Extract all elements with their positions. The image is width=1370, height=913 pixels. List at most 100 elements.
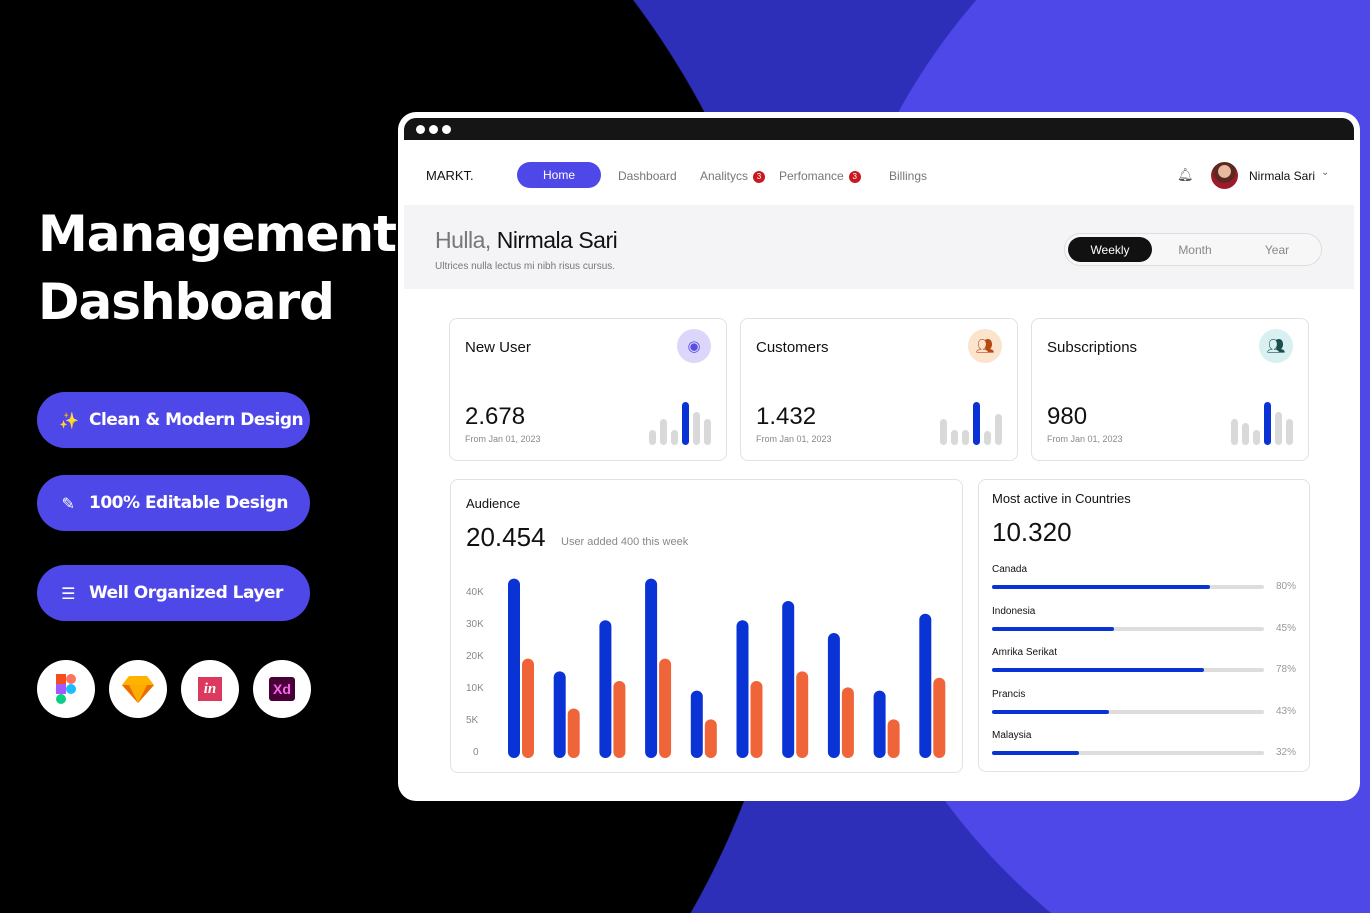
- mini-bar: [671, 430, 678, 445]
- country-progress-track: [992, 585, 1264, 589]
- mini-bar: [973, 402, 980, 445]
- stat-title: New User: [465, 339, 531, 356]
- user-name[interactable]: Nirmala Sari: [1249, 169, 1315, 183]
- y-tick-label: 40K: [466, 587, 484, 598]
- nav-label: Analitycs: [700, 169, 749, 183]
- hero-line: Management: [38, 205, 397, 263]
- bar-blue: [782, 601, 795, 758]
- mini-bar: [649, 429, 656, 445]
- country-progress-track: [992, 626, 1264, 631]
- notification-badge: 3: [753, 170, 766, 183]
- countries-title: Most active in Countries: [992, 491, 1131, 506]
- stat-since: From Jan 01, 2023: [465, 434, 541, 444]
- mini-bar: [704, 419, 711, 445]
- stat-title: Subscriptions: [1047, 339, 1138, 356]
- mini-bar: [682, 402, 689, 445]
- nav-home[interactable]: Home: [517, 162, 601, 188]
- window-dot: [416, 125, 425, 134]
- team-icon: 👥︎: [1259, 329, 1293, 363]
- country-progress-track: [992, 709, 1264, 714]
- audience-bar-chart: 0 5K 10K 20K 30K 40K: [466, 578, 946, 758]
- bar-blue: [873, 690, 886, 758]
- nav-performance[interactable]: Perfomance 3: [779, 169, 861, 183]
- greeting-prefix: Hulla,: [435, 227, 491, 253]
- country-progress-fill: [992, 626, 1115, 631]
- mini-bar: [940, 419, 947, 445]
- mini-bar: [693, 412, 700, 445]
- mini-bar: [660, 419, 667, 445]
- feature-pill: ✎ 100% Editable Design: [37, 475, 310, 531]
- sketch-icon: [109, 660, 167, 718]
- bar-blue: [645, 578, 658, 758]
- greeting-subtitle: Ultrices nulla lectus mi nibh risus curs…: [435, 261, 616, 272]
- mini-bar: [1231, 419, 1238, 445]
- stat-since: From Jan 01, 2023: [1047, 434, 1123, 444]
- bar-orange: [659, 658, 672, 758]
- layers-icon: ☰: [61, 583, 75, 603]
- country-progress-fill: [992, 585, 1210, 589]
- period-year[interactable]: Year: [1235, 237, 1319, 262]
- stat-value: 2.678: [465, 403, 526, 430]
- country-progress-fill: [992, 668, 1205, 672]
- bar-orange: [796, 671, 809, 758]
- y-tick-label: 0: [473, 747, 479, 758]
- feature-pill: ✨ Clean & Modern Design: [37, 392, 310, 448]
- country-name: Prancis: [992, 688, 1026, 700]
- notification-badge: 3: [848, 170, 861, 183]
- period-weekly[interactable]: Weekly: [1068, 237, 1152, 262]
- country-name: Canada: [992, 564, 1028, 575]
- bar-orange: [704, 719, 717, 758]
- country-name: Indonesia: [992, 605, 1036, 617]
- bar-blue: [827, 633, 840, 758]
- country-percent: 45%: [1275, 622, 1296, 634]
- country-percent: 43%: [1275, 705, 1296, 717]
- country-name: Amrika Serikat: [992, 647, 1058, 658]
- chevron-down-icon[interactable]: ⌄: [1321, 167, 1329, 178]
- stat-since: From Jan 01, 2023: [756, 434, 832, 444]
- mini-bar: [962, 430, 969, 445]
- bar-blue: [599, 620, 612, 758]
- mini-bar: [951, 430, 958, 445]
- magic-wand-icon: ✨: [59, 410, 79, 430]
- avatar[interactable]: [1211, 162, 1238, 189]
- group-icon: 👥︎: [968, 329, 1002, 363]
- stat-title: Customers: [756, 339, 829, 356]
- nav-dashboard[interactable]: Dashboard: [618, 169, 677, 183]
- period-toggle: Weekly Month Year: [1064, 233, 1322, 266]
- bar-blue: [919, 613, 932, 758]
- mini-bar: [995, 414, 1002, 445]
- period-month[interactable]: Month: [1153, 237, 1237, 262]
- y-tick-label: 5K: [466, 715, 479, 726]
- country-progress-track: [992, 668, 1264, 672]
- user-circle-icon: ◉: [677, 329, 711, 363]
- window-titlebar: [404, 118, 1354, 140]
- mini-bar: [1264, 402, 1271, 445]
- mini-bar-chart: [649, 402, 711, 445]
- bar-orange: [567, 708, 580, 758]
- mini-bar: [1286, 419, 1293, 445]
- country-percent: 78%: [1275, 664, 1296, 675]
- window-dot: [442, 125, 451, 134]
- nav-billings[interactable]: Billings: [889, 169, 927, 183]
- country-percent: 32%: [1275, 747, 1296, 758]
- bar-blue: [553, 671, 566, 758]
- figma-icon: [37, 660, 95, 718]
- countries-card: Most active in Countries 10.320 Canada 8…: [978, 479, 1310, 772]
- mini-bar-chart: [1231, 402, 1293, 445]
- mini-bar-chart: [940, 402, 1002, 445]
- bar-blue: [736, 620, 749, 758]
- mini-bar: [1275, 412, 1282, 445]
- bell-icon[interactable]: 🔔︎: [1177, 167, 1194, 183]
- feature-pill: ☰ Well Organized Layer: [37, 565, 310, 621]
- xd-icon: Xd: [253, 660, 311, 718]
- mini-bar: [1242, 422, 1249, 445]
- bar-orange: [841, 687, 854, 758]
- bar-blue: [508, 578, 520, 758]
- bar-orange: [933, 677, 946, 758]
- bar-orange: [613, 681, 626, 758]
- y-tick-label: 20K: [466, 651, 484, 662]
- stat-value: 1.432: [756, 403, 817, 430]
- bar-blue: [690, 690, 703, 758]
- mini-bar: [1253, 430, 1260, 445]
- nav-analytics[interactable]: Analitycs 3: [700, 169, 766, 183]
